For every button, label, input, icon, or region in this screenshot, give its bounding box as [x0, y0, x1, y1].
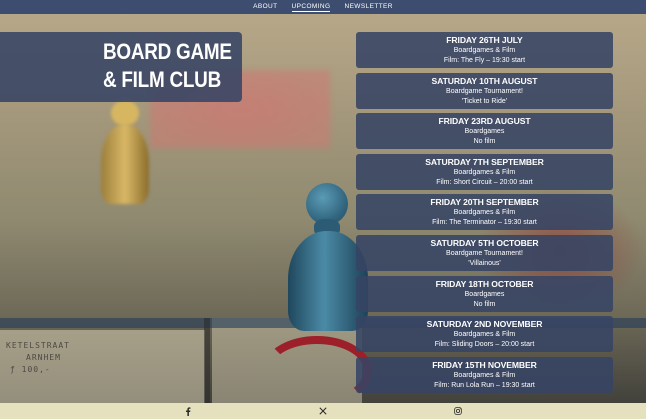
nav-newsletter[interactable]: NEWSLETTER — [344, 3, 392, 11]
event-type: Boardgames & Film — [453, 168, 516, 176]
event-detail: No film — [473, 300, 496, 308]
event-type: Boardgames & Film — [453, 331, 516, 339]
event-date: SATURDAY 10TH AUGUST — [431, 75, 538, 86]
event-date: SATURDAY 7TH SEPTEMBER — [425, 156, 544, 167]
yellow-pawn — [95, 100, 155, 210]
event-detail: No film — [473, 138, 496, 146]
event-type: Boardgames & Film — [453, 371, 516, 379]
top-navigation: ABOUT UPCOMING NEWSLETTER — [0, 0, 646, 14]
event-detail: Film: Run Lola Run – 19:30 start — [434, 381, 535, 389]
title-line-1: BOARD GAME — [103, 39, 232, 64]
event-card: SATURDAY 2ND NOVEMBER Boardgames & Film … — [356, 316, 613, 353]
upcoming-events-list: FRIDAY 26TH JULY Boardgames & Film Film:… — [356, 32, 613, 397]
instagram-icon[interactable] — [453, 406, 463, 416]
board-divider — [204, 318, 210, 408]
nav-upcoming[interactable]: UPCOMING — [291, 3, 331, 12]
event-type: Boardgames — [464, 290, 505, 298]
event-type: Boardgames & Film — [453, 209, 516, 217]
x-icon[interactable] — [318, 406, 328, 416]
club-title-panel: BOARD GAME & FILM CLUB — [0, 32, 242, 102]
event-detail: Film: Short Circuit – 20:00 start — [436, 178, 533, 186]
event-date: FRIDAY 20TH SEPTEMBER — [430, 197, 539, 208]
event-date: FRIDAY 15TH NOVEMBER — [432, 359, 537, 370]
event-type: Boardgame Tournament! — [446, 87, 523, 95]
event-card: FRIDAY 18TH OCTOBER Boardgames No film — [356, 275, 613, 312]
event-type: Boardgame Tournament! — [446, 249, 523, 257]
board-street-text: KETELSTRAAT ARNHEM ƒ 100,- — [6, 340, 196, 410]
street-city: ARNHEM — [26, 353, 61, 362]
page-title: BOARD GAME & FILM CLUB — [103, 38, 232, 94]
event-card: FRIDAY 15TH NOVEMBER Boardgames & Film F… — [356, 356, 613, 393]
nav-about[interactable]: ABOUT — [253, 3, 277, 11]
event-date: FRIDAY 26TH JULY — [446, 35, 523, 45]
facebook-icon[interactable] — [183, 406, 193, 416]
event-card: SATURDAY 7TH SEPTEMBER Boardgames & Film… — [356, 153, 613, 190]
street-name: KETELSTRAAT — [6, 341, 70, 350]
title-line-2: & FILM CLUB — [103, 67, 222, 92]
event-detail: 'Ticket to Ride' — [461, 97, 508, 105]
event-date: FRIDAY 18TH OCTOBER — [435, 278, 534, 289]
event-date: SATURDAY 2ND NOVEMBER — [426, 319, 543, 330]
footer-social-bar — [0, 403, 646, 419]
street-price: ƒ 100,- — [10, 365, 51, 374]
event-card: FRIDAY 26TH JULY Boardgames & Film Film:… — [356, 32, 613, 68]
event-card: SATURDAY 10TH AUGUST Boardgame Tournamen… — [356, 72, 613, 109]
event-card: SATURDAY 5TH OCTOBER Boardgame Tournamen… — [356, 234, 613, 271]
event-card: FRIDAY 20TH SEPTEMBER Boardgames & Film … — [356, 194, 613, 231]
event-card: FRIDAY 23RD AUGUST Boardgames No film — [356, 113, 613, 150]
event-date: SATURDAY 5TH OCTOBER — [430, 237, 539, 248]
event-detail: Film: The Terminator – 19:30 start — [432, 219, 537, 227]
event-detail: 'Villainous' — [468, 259, 501, 267]
event-detail: Film: Sliding Doors – 20:00 start — [434, 341, 535, 349]
event-type: Boardgames & Film — [453, 47, 516, 54]
event-date: FRIDAY 23RD AUGUST — [438, 116, 531, 127]
event-type: Boardgames — [464, 128, 505, 136]
event-detail: Film: The Fly – 19:30 start — [443, 57, 526, 64]
